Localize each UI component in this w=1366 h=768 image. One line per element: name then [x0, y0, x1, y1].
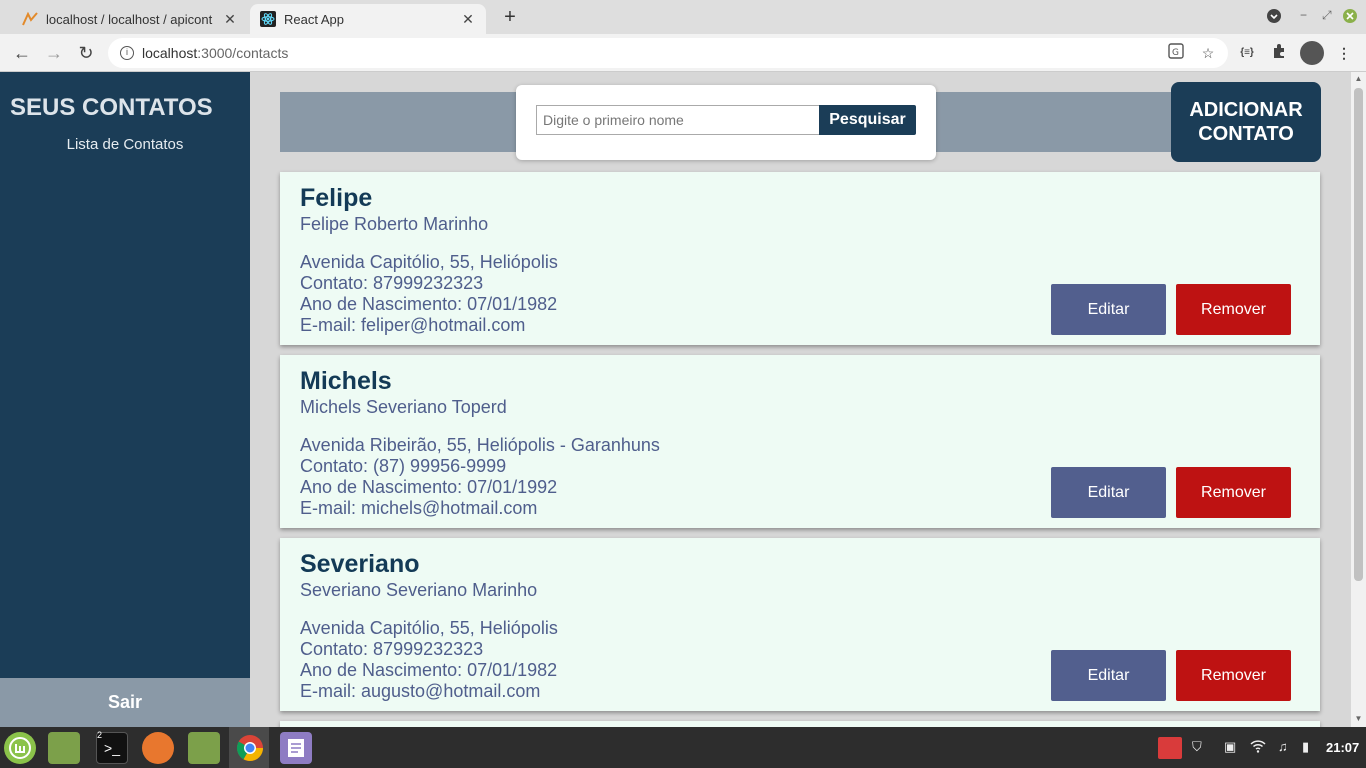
scroll-down-icon[interactable]: ▼ — [1351, 714, 1366, 723]
contact-birth: Ano de Nascimento: 07/01/1982 — [300, 294, 558, 314]
contact-card: Severiano Severiano Severiano Marinho Av… — [280, 538, 1320, 711]
edit-button[interactable]: Editar — [1051, 650, 1166, 701]
contact-birth: Ano de Nascimento: 07/01/1992 — [300, 477, 558, 497]
scrollbar-thumb[interactable] — [1354, 88, 1363, 581]
tab-phpmyadmin[interactable]: localhost / localhost / apicont ✕ — [12, 4, 248, 34]
menu-kebab-icon[interactable]: ⋮ — [1334, 43, 1354, 63]
search-input[interactable] — [536, 105, 820, 135]
tab-title: localhost / localhost / apicont — [46, 11, 213, 27]
text-editor-icon[interactable] — [280, 732, 312, 764]
contact-first-name: Severiano — [300, 550, 420, 578]
restore-icon[interactable]: ⤢ — [1322, 8, 1332, 23]
terminal-icon[interactable]: 2 >_ — [96, 730, 128, 764]
contact-email: E-mail: feliper@hotmail.com — [300, 315, 526, 335]
contact-email: E-mail: augusto@hotmail.com — [300, 681, 541, 701]
os-taskbar: 2 >_ ⛉ ▣ ♫ ▮ 21:07 — [0, 727, 1366, 768]
tab-title: React App — [284, 11, 344, 27]
logout-button[interactable]: Sair — [0, 678, 250, 727]
contact-first-name: Felipe — [300, 184, 373, 212]
contact-phone: Contato: (87) 99956-9999 — [300, 456, 507, 476]
shield-icon[interactable]: ⛉ — [1192, 739, 1202, 755]
terminal-badge: 2 — [97, 730, 103, 740]
tab-react-app[interactable]: React App ✕ — [250, 4, 486, 34]
new-tab-icon[interactable]: + — [498, 6, 522, 30]
contact-details: Avenida Capitólio, 55, Heliópolis Contat… — [300, 252, 558, 336]
browser-tab-bar: localhost / localhost / apicont ✕ React … — [0, 0, 1366, 34]
contact-address: Avenida Capitólio, 55, Heliópolis — [300, 618, 558, 638]
browser-toolbar: ← → ↻ i localhost:3000/contacts G ☆ {≡} … — [0, 34, 1366, 72]
contact-phone: Contato: 87999232323 — [300, 639, 484, 659]
contact-address: Avenida Capitólio, 55, Heliópolis — [300, 252, 558, 272]
battery-icon[interactable]: ▮ — [1302, 739, 1309, 755]
translate-icon[interactable]: G — [1166, 43, 1186, 63]
back-icon[interactable]: ← — [10, 41, 34, 65]
app-brand: SEUS CONTATOS — [10, 94, 213, 121]
firefox-icon[interactable] — [142, 732, 174, 764]
add-contact-line1: ADICIONAR — [1189, 99, 1303, 121]
contact-card: Felipe Felipe Roberto Marinho Avenida Ca… — [280, 172, 1320, 345]
bookmark-star-icon[interactable]: ☆ — [1198, 43, 1218, 63]
json-extension-icon[interactable]: {≡} — [1237, 43, 1257, 63]
url-host: localhost — [142, 45, 198, 61]
contact-details: Avenida Capitólio, 55, Heliópolis Contat… — [300, 618, 558, 702]
contact-full-name: Severiano Severiano Marinho — [300, 580, 538, 600]
files-icon[interactable] — [188, 732, 220, 764]
contact-birth: Ano de Nascimento: 07/01/1982 — [300, 660, 558, 680]
close-tab-icon[interactable]: ✕ — [222, 11, 238, 28]
react-icon — [260, 11, 276, 27]
contact-phone: Contato: 87999232323 — [300, 273, 484, 293]
sidebar: SEUS CONTATOS Lista de Contatos Sair — [0, 72, 250, 727]
tab-search-icon[interactable] — [1266, 8, 1282, 27]
profile-avatar[interactable] — [1300, 41, 1324, 65]
address-bar[interactable]: i localhost:3000/contacts — [108, 38, 1228, 68]
page-scrollbar[interactable]: ▲ ▼ — [1351, 72, 1366, 727]
forward-icon[interactable]: → — [42, 41, 66, 65]
minimize-icon[interactable]: − — [1300, 8, 1307, 22]
wifi-icon[interactable] — [1250, 739, 1266, 756]
site-info-icon[interactable]: i — [120, 46, 134, 60]
contact-full-name: Michels Severiano Toperd — [300, 397, 507, 417]
close-tab-icon[interactable]: ✕ — [460, 11, 476, 28]
edit-button[interactable]: Editar — [1051, 284, 1166, 335]
contact-first-name: Michels — [300, 367, 392, 395]
scroll-up-icon[interactable]: ▲ — [1351, 74, 1366, 83]
remove-button[interactable]: Remover — [1176, 650, 1291, 701]
reload-icon[interactable]: ↻ — [74, 41, 98, 65]
add-contact-line2: CONTATO — [1198, 123, 1294, 145]
close-window-icon[interactable] — [1342, 8, 1358, 27]
phpmyadmin-icon — [22, 11, 38, 27]
extensions-puzzle-icon[interactable] — [1269, 43, 1289, 63]
search-button[interactable]: Pesquisar — [819, 105, 916, 135]
show-desktop-icon[interactable] — [48, 732, 80, 764]
contact-email: E-mail: michels@hotmail.com — [300, 498, 538, 518]
anydesk-icon[interactable] — [1158, 737, 1182, 759]
add-contact-button[interactable]: ADICIONAR CONTATO — [1171, 82, 1321, 162]
remove-button[interactable]: Remover — [1176, 467, 1291, 518]
contact-address: Avenida Ribeirão, 55, Heliópolis - Garan… — [300, 435, 660, 455]
url-path: :3000/contacts — [197, 45, 289, 61]
taskbar-clock: 21:07 — [1326, 740, 1360, 755]
main-content: Pesquisar ADICIONAR CONTATO Felipe Felip… — [250, 72, 1351, 727]
chrome-icon[interactable] — [234, 732, 266, 764]
sidebar-item-contact-list[interactable]: Lista de Contatos — [0, 136, 250, 153]
remove-button[interactable]: Remover — [1176, 284, 1291, 335]
contact-card: Michels Michels Severiano Toperd Avenida… — [280, 355, 1320, 528]
sound-icon[interactable]: ♫ — [1278, 739, 1288, 754]
contact-details: Avenida Ribeirão, 55, Heliópolis - Garan… — [300, 435, 660, 519]
keyboard-layout-icon[interactable]: ▣ — [1224, 739, 1236, 755]
search-panel: Pesquisar — [516, 85, 936, 160]
svg-text:G: G — [1172, 48, 1179, 58]
contact-full-name: Felipe Roberto Marinho — [300, 214, 489, 234]
mint-menu-icon[interactable] — [4, 732, 36, 764]
edit-button[interactable]: Editar — [1051, 467, 1166, 518]
